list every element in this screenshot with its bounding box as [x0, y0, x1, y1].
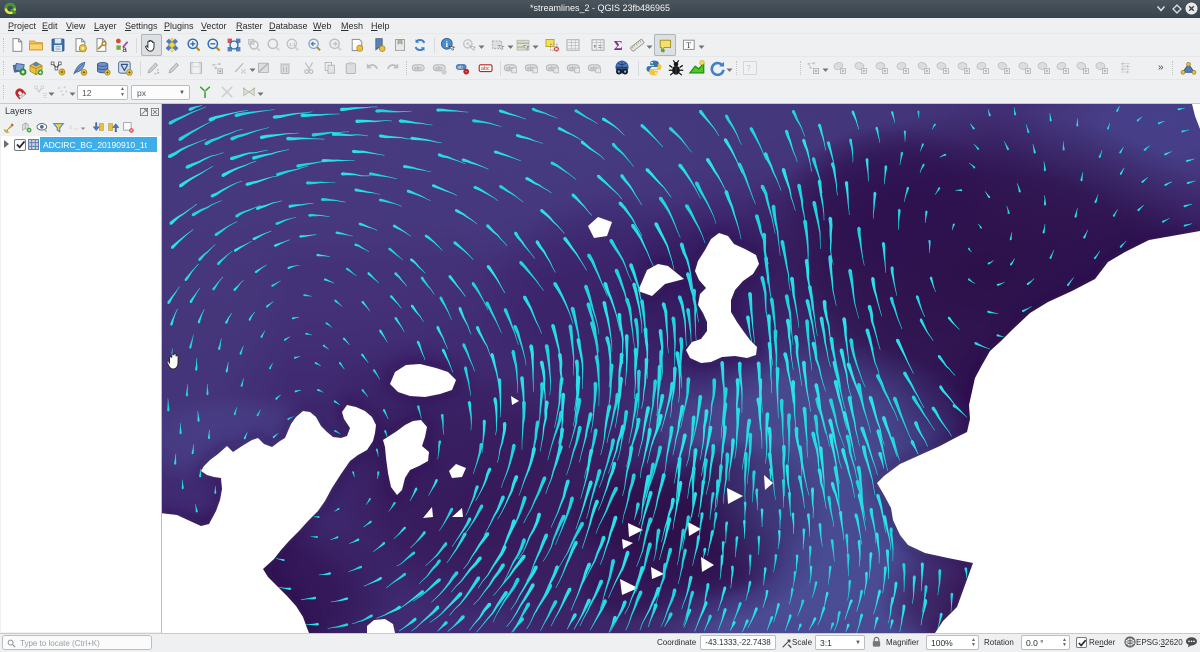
svg-text:Σ: Σ — [614, 38, 623, 53]
svg-text:ab: ab — [458, 65, 464, 71]
svg-text:1:1: 1:1 — [289, 42, 296, 48]
svg-text:T: T — [686, 41, 691, 50]
svg-text:?: ? — [746, 64, 751, 73]
svg-text:abc: abc — [414, 65, 422, 71]
svg-text:a: a — [122, 45, 127, 53]
svg-text:abc: abc — [481, 66, 490, 72]
svg-text:ε: ε — [69, 123, 72, 131]
